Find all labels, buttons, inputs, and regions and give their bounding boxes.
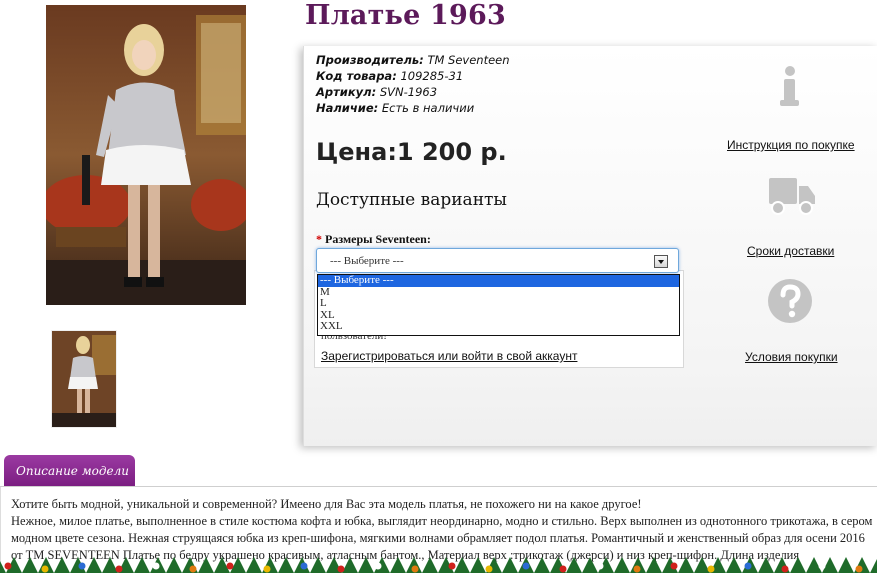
size-option[interactable]: --- Выберите --- xyxy=(318,274,679,287)
size-option[interactable]: L xyxy=(318,297,679,310)
description-paragraph: Хотите быть модной, уникальной и совреме… xyxy=(11,497,642,511)
meta-value: 109285-31 xyxy=(400,69,464,83)
size-option[interactable]: XXL xyxy=(318,320,679,333)
meta-key: Производитель: xyxy=(316,53,424,67)
size-option[interactable]: XL xyxy=(318,309,679,322)
truck-icon xyxy=(766,172,815,218)
meta-key: Артикул: xyxy=(316,85,377,99)
size-option[interactable]: M xyxy=(318,286,679,299)
info-icon xyxy=(767,64,813,110)
size-select[interactable]: --- Выберите --- xyxy=(316,248,679,273)
meta-value: SVN-1963 xyxy=(379,85,438,99)
meta-key: Наличие: xyxy=(316,101,379,115)
meta-row-sku: Артикул: SVN-1963 xyxy=(316,84,510,100)
meta-row-manufacturer: Производитель: TM Seventeen xyxy=(316,52,510,68)
product-title: Платье 1963 xyxy=(305,0,507,31)
link-purchase-instructions[interactable]: Инструкция по покупке xyxy=(727,138,855,152)
meta-value: TM Seventeen xyxy=(427,53,510,67)
link-purchase-terms[interactable]: Условия покупки xyxy=(745,350,838,364)
product-main-photo[interactable] xyxy=(46,5,246,305)
product-meta: Производитель: TM Seventeen Код товара: … xyxy=(316,52,510,116)
product-price: Цена:1 200 р. xyxy=(316,138,507,166)
meta-row-availability: Наличие: Есть в наличии xyxy=(316,100,510,116)
christmas-garland-decoration xyxy=(0,553,877,573)
chevron-down-icon[interactable] xyxy=(654,255,668,268)
variants-heading: Доступные варианты xyxy=(316,190,507,210)
required-mark: * xyxy=(316,232,322,246)
size-select-value: --- Выберите --- xyxy=(330,255,404,267)
meta-row-code: Код товара: 109285-31 xyxy=(316,68,510,84)
register-link[interactable]: Зарегистрироваться или войти в свой акка… xyxy=(321,349,577,363)
link-delivery-terms[interactable]: Сроки доставки xyxy=(747,244,834,258)
size-dropdown-list[interactable]: --- Выберите --- M L XL XXL xyxy=(317,274,680,336)
tab-description[interactable]: Описание модели xyxy=(4,455,135,487)
size-label: * Размеры Seventeen: xyxy=(316,232,431,247)
meta-key: Код товара: xyxy=(316,69,397,83)
tab-description-label: Описание модели xyxy=(16,464,129,478)
meta-value: Есть в наличии xyxy=(381,101,475,115)
question-icon xyxy=(767,278,813,324)
size-label-text: Размеры Seventeen: xyxy=(325,232,431,246)
product-thumbnail[interactable] xyxy=(51,330,117,428)
